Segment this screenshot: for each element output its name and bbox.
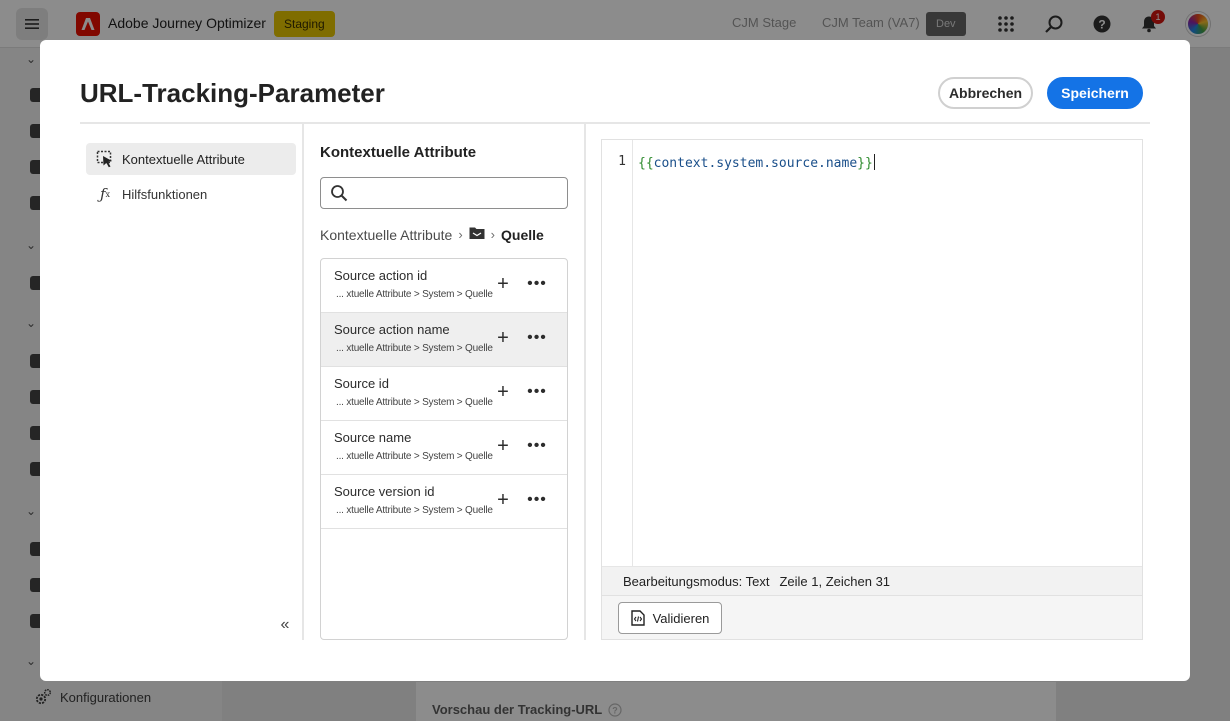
- text-cursor: [873, 154, 875, 170]
- attribute-name: Source action id: [334, 268, 428, 283]
- panel-title: Kontextuelle Attribute: [320, 144, 477, 161]
- code-open-brace: {{: [638, 156, 654, 171]
- rail-item-label: Hilfsfunktionen: [122, 186, 208, 202]
- breadcrumb-current: Quelle: [501, 226, 544, 243]
- list-item[interactable]: Source id ... xtuelle Attribute > System…: [321, 367, 567, 421]
- sidebar-item-configurations[interactable]: Konfigurationen: [34, 688, 151, 706]
- collapse-rail-icon[interactable]: «: [274, 614, 296, 636]
- add-icon[interactable]: +: [493, 490, 513, 511]
- line-gutter: 1: [602, 140, 633, 566]
- more-icon[interactable]: •••: [526, 491, 548, 511]
- more-icon[interactable]: •••: [526, 329, 548, 349]
- info-icon[interactable]: ?: [608, 702, 622, 717]
- save-button[interactable]: Speichern: [1047, 77, 1143, 109]
- url-tracking-dialog: URL-Tracking-Parameter Abbrechen Speiche…: [40, 40, 1190, 681]
- validate-label: Validieren: [652, 610, 710, 626]
- attribute-name: Source id: [334, 376, 389, 391]
- attribute-browser: Kontextuelle Attribute Kontextuelle Attr…: [304, 124, 584, 640]
- code-close-brace: }}: [857, 156, 873, 171]
- breadcrumb-root[interactable]: Kontextuelle Attribute: [320, 227, 452, 243]
- line-number: 1: [618, 154, 626, 169]
- add-icon[interactable]: +: [493, 382, 513, 403]
- list-item[interactable]: Source action name ... xtuelle Attribute…: [321, 313, 567, 367]
- chevron-right-icon: ›: [490, 227, 495, 242]
- more-icon[interactable]: •••: [526, 383, 548, 403]
- editor-status-bar: Bearbeitungsmodus: Text Zeile 1, Zeichen…: [602, 566, 1142, 595]
- code-line[interactable]: {{context.system.source.name}}: [638, 154, 875, 171]
- attribute-path: ... xtuelle Attribute > System > Quelle: [336, 343, 493, 354]
- attribute-name: Source action name: [334, 322, 450, 337]
- tracking-url-preview-label: Vorschau der Tracking-URL ?: [432, 702, 622, 717]
- rail-item-label: Kontextuelle Attribute: [122, 151, 245, 167]
- add-icon[interactable]: +: [493, 436, 513, 457]
- edit-mode-status: Bearbeitungsmodus: Text: [623, 573, 770, 589]
- dialog-title: URL-Tracking-Parameter: [80, 78, 385, 108]
- more-icon[interactable]: •••: [526, 437, 548, 457]
- attribute-category-rail: Kontextuelle Attribute ƒx Hilfsfunktione…: [80, 124, 303, 640]
- editor-footer: Validieren: [602, 595, 1142, 639]
- list-item[interactable]: Source name ... xtuelle Attribute > Syst…: [321, 421, 567, 475]
- panel-divider: [584, 124, 586, 640]
- list-item[interactable]: Source action id ... xtuelle Attribute >…: [321, 259, 567, 313]
- attribute-path: ... xtuelle Attribute > System > Quelle: [336, 505, 493, 516]
- validate-code-icon: [630, 610, 645, 626]
- card-label-text: Vorschau der Tracking-URL: [432, 702, 603, 717]
- function-icon: ƒx: [99, 185, 111, 203]
- attribute-name: Source name: [334, 430, 412, 445]
- gear-icon: [35, 688, 52, 705]
- attribute-list: Source action id ... xtuelle Attribute >…: [320, 258, 568, 640]
- svg-text:?: ?: [613, 705, 619, 715]
- attribute-name: Source version id: [334, 484, 435, 499]
- attribute-path: ... xtuelle Attribute > System > Quelle: [336, 397, 493, 408]
- expression-editor[interactable]: 1 {{context.system.source.name}} Bearbei…: [601, 139, 1143, 640]
- folder-icon[interactable]: [469, 226, 485, 243]
- attribute-path: ... xtuelle Attribute > System > Quelle: [336, 289, 493, 300]
- add-icon[interactable]: +: [493, 328, 513, 349]
- breadcrumb: Kontextuelle Attribute › › Quelle: [320, 226, 544, 243]
- list-item[interactable]: Source version id ... xtuelle Attribute …: [321, 475, 567, 529]
- sidebar-item-label: Konfigurationen: [60, 689, 152, 705]
- validate-button[interactable]: Validieren: [618, 602, 722, 634]
- attribute-path: ... xtuelle Attribute > System > Quelle: [336, 451, 493, 462]
- attribute-search-input[interactable]: [320, 177, 568, 209]
- cursor-position-status: Zeile 1, Zeichen 31: [779, 573, 891, 589]
- rail-item-contextual-attributes[interactable]: Kontextuelle Attribute: [86, 143, 296, 175]
- code-expression: context.system.source.name: [653, 156, 858, 171]
- chevron-right-icon: ›: [458, 227, 463, 242]
- add-icon[interactable]: +: [493, 274, 513, 295]
- cancel-button[interactable]: Abbrechen: [938, 77, 1033, 109]
- search-icon: [331, 185, 348, 202]
- cursor-select-icon: [96, 150, 114, 168]
- rail-item-helper-functions[interactable]: ƒx Hilfsfunktionen: [86, 178, 296, 210]
- more-icon[interactable]: •••: [526, 275, 548, 295]
